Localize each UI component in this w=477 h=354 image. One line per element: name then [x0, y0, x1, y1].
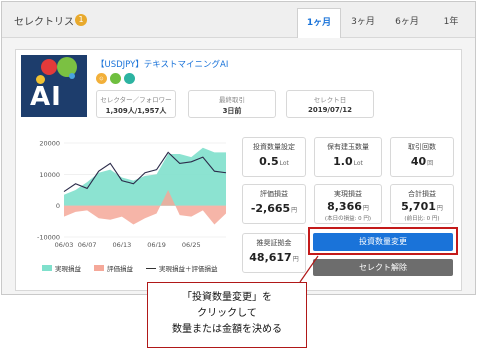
metric-recommended-margin: 推奨証拠金 48,617円 [242, 233, 306, 273]
metric-unrealized-pl-value: -2,665 [250, 202, 291, 215]
metric-holding-lot: 保有建玉数量 1.0Lot [314, 137, 382, 177]
legend-swatch-unrealized [94, 265, 104, 271]
logo-red-dot [41, 59, 57, 75]
metric-unrealized-pl-label: 評価損益 [260, 190, 288, 198]
selector-follower-value: 1,309人/1,957人 [105, 107, 167, 115]
metric-total-pl-value: 5,701 [401, 200, 436, 213]
legend-realized-label: 実現損益 [55, 265, 81, 273]
callout-line-1: 「投資数量変更」を [182, 292, 272, 303]
change-invest-amount-button[interactable]: 投資数量変更 [313, 233, 453, 251]
metric-recommended-margin-label: 推奨証拠金 [256, 239, 292, 247]
x-tick-label-1: 06/07 [78, 241, 97, 247]
selector-follower-label: セレクター／フォロワー [100, 96, 172, 104]
metric-trade-count-value: 40 [410, 155, 427, 168]
strategy-card: AI 【USDJPY】テキストマイニングAI ☺ セレクター／フォロワー 1,3… [15, 49, 462, 291]
tab-1-month[interactable]: 1ヶ月 [297, 8, 341, 38]
metric-invest-lot-value: 0.5 [259, 155, 279, 168]
last-trade-box: 最終取引 3日前 [188, 90, 276, 118]
last-trade-label: 最終取引 [219, 96, 245, 104]
x-tick-label-2: 06/13 [112, 241, 131, 247]
metric-holding-lot-value: 1.0 [333, 155, 353, 168]
metric-total-pl-sub: (前日比: 0 円) [404, 216, 440, 222]
y-tick-label-0: 20000 [39, 140, 60, 148]
select-date-value: 2019/07/12 [307, 106, 353, 114]
person-icon: ☺ [96, 73, 107, 84]
selector-follower-box: セレクター／フォロワー 1,309人/1,957人 [96, 90, 176, 118]
series-area-realized [64, 147, 226, 206]
y-tick-label-2: 0 [56, 202, 60, 210]
callout-line-2: クリックして [197, 308, 257, 319]
metric-total-pl-unit: 円 [436, 205, 443, 212]
legend-unrealized-label: 評価損益 [107, 265, 133, 273]
select-date-box: セレクト日 2019/07/12 [286, 90, 374, 118]
panel-title: セレクトリスト [14, 17, 84, 28]
metric-holding-lot-label: 保有建玉数量 [327, 143, 369, 151]
profit-chart-svg: 20000100000-10000 06/03 06/07 06/13 06/19 06… [37, 140, 227, 249]
legend-total-label: 実現損益＋評価損益 [159, 265, 218, 273]
select-list-panel: セレクトリスト 1 1ヶ月 3ヶ月 6ヶ月 1年 AI 【USDJPY】テキスト… [1, 1, 476, 295]
tab-1-year[interactable]: 1年 [429, 8, 473, 38]
metric-unrealized-pl-unit: 円 [291, 207, 298, 214]
x-tick-label-3: 06/19 [147, 241, 166, 247]
strategy-logo: AI [21, 55, 87, 117]
label-badge-green [110, 73, 121, 84]
chart-legend: 実現損益 評価損益 実現損益＋評価損益 [42, 263, 242, 275]
metric-trade-count-label: 取引回数 [408, 143, 436, 151]
metric-realized-pl-sub: (本日の損益: 0 円) [324, 216, 372, 222]
logo-text: AI [30, 82, 62, 112]
legend-swatch-realized [42, 265, 52, 271]
callout-line-3: 数量または金額を決める [172, 324, 282, 335]
tab-3-months[interactable]: 3ヶ月 [341, 8, 385, 38]
metric-total-pl-label: 合計損益 [408, 190, 436, 198]
legend-swatch-total [146, 268, 156, 269]
metric-total-pl: 合計損益 5,701円 (前日比: 0 円) [390, 184, 454, 224]
unselect-button[interactable]: セレクト解除 [313, 259, 453, 276]
metric-realized-pl-value: 8,366 [327, 200, 362, 213]
metric-invest-lot: 投資数量設定 0.5Lot [242, 137, 306, 177]
strategy-name-link[interactable]: 【USDJPY】テキストマイニングAI [96, 58, 228, 70]
y-tick-label-1: 10000 [39, 171, 60, 179]
tab-6-months[interactable]: 6ヶ月 [385, 8, 429, 38]
logo-blue-dot [69, 73, 75, 79]
metric-invest-lot-unit: Lot [279, 160, 289, 167]
metric-invest-lot-label: 投資数量設定 [253, 143, 295, 151]
label-badge-teal [124, 73, 135, 84]
panel-header: セレクトリスト 1 1ヶ月 3ヶ月 6ヶ月 1年 [2, 2, 475, 38]
metric-recommended-margin-value: 48,617 [249, 251, 292, 264]
count-badge: 1 [75, 14, 87, 26]
metric-realized-pl: 実現損益 8,366円 (本日の損益: 0 円) [314, 184, 382, 224]
metric-trade-count: 取引回数 40回 [390, 137, 454, 177]
metric-holding-lot-unit: Lot [353, 160, 363, 167]
x-tick-label-4: 06/25 [182, 241, 201, 247]
select-date-label: セレクト日 [313, 96, 347, 104]
metric-trade-count-unit: 回 [427, 160, 434, 167]
profit-chart: 20000 10000 0 -10000 06/03 06/07 06/13 06/19 06… [26, 137, 231, 249]
last-trade-value: 3日前 [222, 107, 242, 115]
metric-unrealized-pl: 評価損益 -2,665円 [242, 184, 306, 224]
metric-recommended-margin-unit: 円 [292, 256, 299, 263]
metric-realized-pl-label: 実現損益 [334, 190, 362, 198]
x-tick-label-0: 06/03 [55, 241, 74, 247]
instruction-callout: 「投資数量変更」を クリックして 数量または金額を決める [147, 282, 307, 348]
metric-realized-pl-unit: 円 [362, 205, 369, 212]
